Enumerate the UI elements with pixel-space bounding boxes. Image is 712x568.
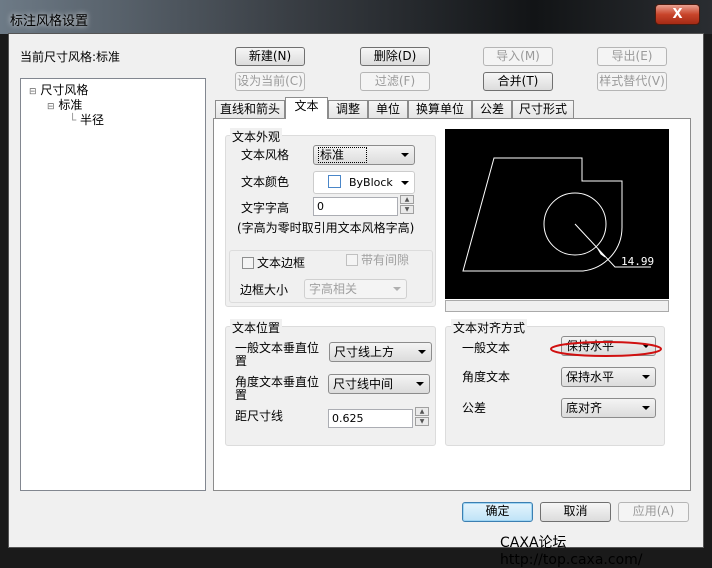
general-vertical-dropdown[interactable]: 尺寸线上方	[329, 342, 432, 362]
frame-size-dropdown[interactable]: 字高相关	[304, 279, 407, 299]
frame-size-label: 边框大小	[240, 283, 289, 297]
ok-button[interactable]: 确定	[462, 502, 533, 522]
gap-label: 带有间隙	[361, 253, 410, 267]
collapse-icon[interactable]: ⊟	[29, 87, 37, 97]
frame-label: 文本边框	[257, 256, 306, 270]
override-button[interactable]: 样式替代(V)	[597, 72, 667, 91]
title-bar	[0, 0, 712, 34]
tree-node-radius[interactable]: └ 半径	[69, 111, 104, 128]
text-height-spinner[interactable]: ▲ ▼	[400, 195, 414, 214]
text-style-dropdown[interactable]: 标准	[313, 145, 415, 165]
tab-dimension-form[interactable]: 尺寸形式	[512, 100, 574, 119]
angle-align-dropdown[interactable]: 保持水平	[561, 367, 656, 387]
offset-spinner[interactable]: ▲ ▼	[415, 407, 429, 426]
current-style-label: 当前尺寸风格:标准	[20, 50, 121, 64]
import-button[interactable]: 导入(M)	[483, 47, 553, 66]
text-color-label: 文本颜色	[241, 175, 290, 189]
delete-button[interactable]: 删除(D)	[360, 47, 430, 66]
frame-checkbox[interactable]	[242, 257, 254, 269]
set-current-button[interactable]: 设为当前(C)	[235, 72, 305, 91]
preview-drawing: 14.99	[462, 157, 654, 272]
cancel-button[interactable]: 取消	[540, 502, 611, 522]
close-icon: X	[672, 7, 683, 22]
window-title: 标注风格设置	[10, 14, 89, 29]
color-swatch	[328, 175, 341, 188]
preview-arrow	[597, 248, 606, 258]
tab-text[interactable]: 文本	[285, 97, 328, 119]
angle-vertical-label: 角度文本垂直位置	[235, 375, 320, 402]
apply-button[interactable]: 应用(A)	[618, 502, 689, 522]
filter-button[interactable]: 过滤(F)	[360, 72, 430, 91]
offset-input[interactable]: 0.625	[328, 409, 413, 428]
text-style-label: 文本风格	[241, 148, 290, 162]
text-height-input[interactable]: 0	[313, 197, 398, 216]
angle-vertical-dropdown[interactable]: 尺寸线中间	[328, 374, 430, 394]
appearance-title: 文本外观	[230, 128, 283, 145]
position-title: 文本位置	[230, 319, 283, 336]
export-button[interactable]: 导出(E)	[597, 47, 667, 66]
text-height-label: 文字字高	[241, 201, 290, 215]
merge-button[interactable]: 合并(T)	[483, 72, 553, 91]
tab-units[interactable]: 单位	[368, 100, 408, 119]
angle-align-label: 角度文本	[462, 370, 511, 384]
style-tree[interactable]: ⊟ 尺寸风格 ⊟ 标准 └ 半径	[20, 78, 206, 491]
preview-part-outline	[462, 157, 623, 272]
tab-tolerance[interactable]: 公差	[472, 100, 512, 119]
red-annotation-ellipse	[550, 341, 662, 357]
tab-lines-arrows[interactable]: 直线和箭头	[215, 100, 285, 119]
text-color-dropdown[interactable]: ByBlock	[313, 171, 415, 194]
tolerance-align-label: 公差	[462, 401, 487, 415]
tab-adjust[interactable]: 调整	[328, 100, 368, 119]
general-align-label: 一般文本	[462, 341, 511, 355]
height-note: (字高为零时取引用文本风格字高)	[237, 221, 415, 235]
preview-scrollbar	[445, 300, 669, 312]
gap-checkbox[interactable]	[346, 254, 358, 266]
preview-dimension-text: 14.99	[621, 255, 654, 268]
alignment-title: 文本对齐方式	[451, 319, 528, 336]
offset-label: 距尺寸线	[235, 409, 284, 423]
watermark: CAXA论坛 http://top.caxa.com/	[500, 535, 643, 568]
tolerance-align-dropdown[interactable]: 底对齐	[561, 398, 656, 418]
collapse-icon[interactable]: ⊟	[47, 102, 55, 112]
preview-canvas: 14.99	[445, 129, 669, 299]
tab-alt-units[interactable]: 换算单位	[408, 100, 472, 119]
close-button[interactable]: X	[655, 4, 700, 25]
new-button[interactable]: 新建(N)	[235, 47, 305, 66]
general-vertical-label: 一般文本垂直位置	[235, 341, 320, 368]
